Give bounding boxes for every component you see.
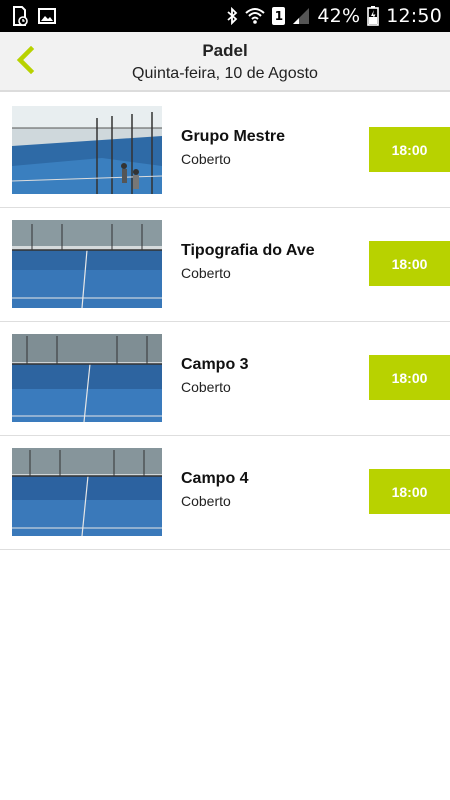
page-subtitle-date: Quinta-feira, 10 de Agosto bbox=[132, 65, 318, 82]
court-type: Coberto bbox=[181, 493, 231, 509]
signal-icon bbox=[292, 7, 310, 25]
court-photo bbox=[12, 448, 162, 536]
court-name: Grupo Mestre bbox=[181, 128, 286, 145]
time-slot-button[interactable]: 18:00 bbox=[369, 241, 450, 286]
wifi-icon bbox=[245, 7, 266, 25]
sd-card-icon bbox=[10, 6, 28, 26]
header: Padel Quinta-feira, 10 de Agosto bbox=[0, 32, 450, 92]
court-photo bbox=[12, 220, 162, 308]
battery-percent: 42% bbox=[317, 5, 361, 27]
battery-icon bbox=[367, 6, 380, 26]
court-type: Coberto bbox=[181, 151, 231, 167]
court-photo bbox=[12, 106, 162, 194]
court-row[interactable]: Campo 4 Coberto 18:00 bbox=[0, 436, 450, 550]
time-slot-button[interactable]: 18:00 bbox=[369, 127, 450, 172]
sim-icon: 1 bbox=[272, 7, 286, 25]
status-left bbox=[10, 6, 56, 26]
court-list: Grupo Mestre Coberto 18:00 Tipografia do… bbox=[0, 94, 450, 550]
time-slot-button[interactable]: 18:00 bbox=[369, 469, 450, 514]
time-slot-button[interactable]: 18:00 bbox=[369, 355, 450, 400]
court-name: Campo 3 bbox=[181, 356, 249, 373]
image-icon bbox=[38, 7, 56, 25]
status-right: 1 42% 12:50 bbox=[226, 5, 442, 27]
status-bar: 1 42% 12:50 bbox=[0, 0, 450, 32]
court-row[interactable]: Grupo Mestre Coberto 18:00 bbox=[0, 94, 450, 208]
court-type: Coberto bbox=[181, 379, 231, 395]
bluetooth-icon bbox=[226, 7, 238, 25]
status-time: 12:50 bbox=[386, 5, 442, 27]
court-photo bbox=[12, 334, 162, 422]
page-title: Padel bbox=[202, 41, 248, 60]
court-type: Coberto bbox=[181, 265, 231, 281]
court-name: Campo 4 bbox=[181, 470, 249, 487]
court-row[interactable]: Campo 3 Coberto 18:00 bbox=[0, 322, 450, 436]
court-name: Tipografia do Ave bbox=[181, 242, 315, 259]
court-row[interactable]: Tipografia do Ave Coberto 18:00 bbox=[0, 208, 450, 322]
